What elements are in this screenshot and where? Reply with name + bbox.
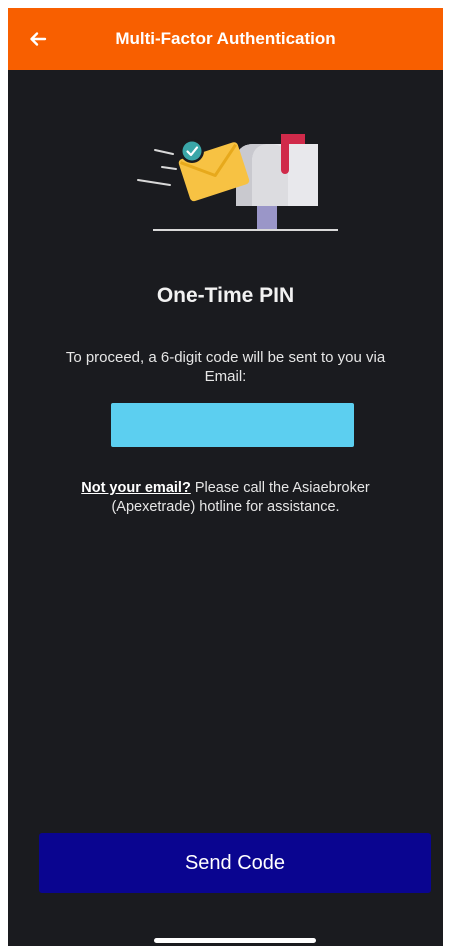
otp-title: One-Time PIN: [156, 284, 295, 307]
otp-description: To proceed, a 6-digit code will be sent …: [65, 349, 386, 385]
email-display-field: [111, 403, 354, 447]
home-indicator: [154, 938, 316, 943]
help-note: Not your email? Please call the Asiaebro…: [38, 479, 413, 517]
page-title: Multi-Factor Authentication: [115, 29, 336, 48]
not-your-email-link[interactable]: Not your email?: [81, 480, 191, 496]
mailbox-envelope-icon: [137, 134, 338, 231]
top-app-bar: Multi-Factor Authentication: [8, 8, 443, 70]
app-screen: Multi-Factor Authentication One-Time PIN…: [8, 8, 443, 946]
send-code-button[interactable]: Send Code: [39, 833, 431, 893]
